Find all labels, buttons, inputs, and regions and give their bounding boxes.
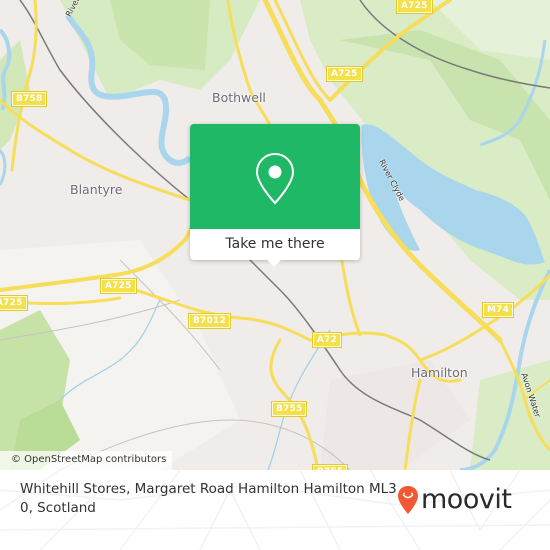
moovit-pin-logo-icon (398, 486, 418, 514)
popup-header (190, 124, 360, 229)
road-shield-b758: B758 (10, 91, 48, 107)
map-attribution[interactable]: © OpenStreetMap contributors (0, 451, 173, 470)
location-pin-icon (255, 152, 295, 205)
take-me-there-button[interactable]: Take me there (190, 229, 360, 260)
popup-pointer (266, 259, 282, 267)
map-view[interactable]: Bothwell Blantyre Hamilton A725 A725 B75… (0, 0, 550, 470)
moovit-brand-name: moovit (421, 484, 512, 515)
place-label-blantyre: Blantyre (70, 182, 123, 197)
road-shield-a725: A725 (100, 278, 137, 294)
footer: Whitehill Stores, Margaret Road Hamilton… (0, 470, 550, 550)
place-label-hamilton: Hamilton (411, 365, 468, 380)
road-shield-b7012: B7012 (188, 313, 231, 329)
address-text: Whitehill Stores, Margaret Road Hamilton… (20, 481, 397, 516)
place-label-bothwell: Bothwell (212, 90, 266, 105)
location-popup: Take me there (190, 124, 360, 267)
road-shield-a725: A725 (326, 66, 363, 82)
road-shield-a72: A72 (311, 332, 343, 348)
road-shield-a725: A725 (396, 0, 433, 14)
road-shield-b755: B755 (270, 401, 308, 417)
moovit-logo[interactable]: moovit (397, 480, 512, 520)
road-shield-a725: A725 (0, 295, 28, 311)
road-shield-m74: M74 (481, 302, 515, 318)
